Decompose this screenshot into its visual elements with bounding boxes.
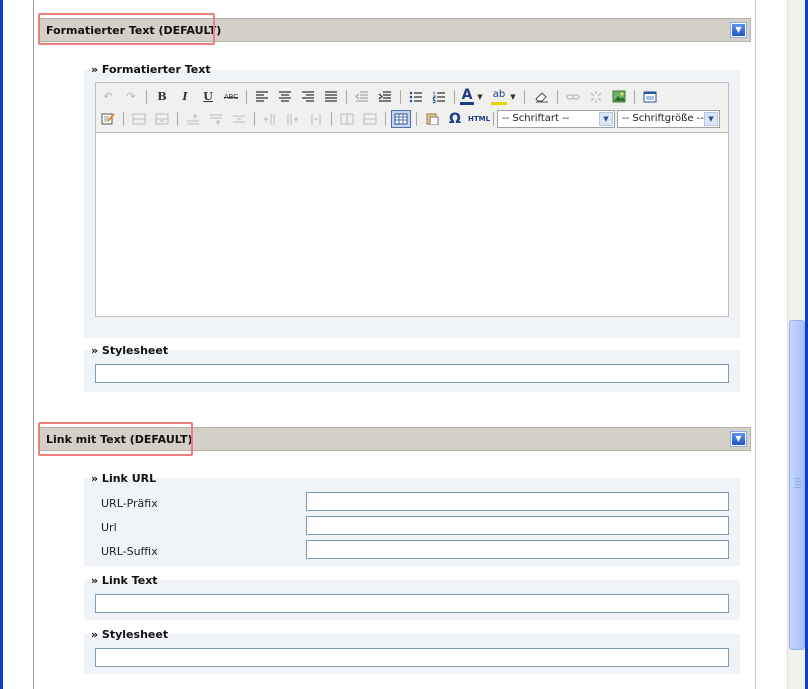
toolbar-separator [246, 90, 247, 104]
insert-col-after-icon[interactable] [283, 110, 303, 128]
window-border-left [0, 0, 3, 689]
align-center-icon[interactable] [275, 88, 295, 106]
special-char-button[interactable]: Ω [445, 110, 465, 128]
toolbar-separator [634, 90, 635, 104]
strikethrough-button[interactable]: ABC [221, 88, 241, 106]
field-label-link-url: » Link URL [91, 472, 157, 485]
font-color-dropdown-icon[interactable]: ▼ [476, 88, 484, 106]
chevron-down-icon[interactable]: ▼ [704, 112, 718, 126]
font-size-select[interactable]: -- Schriftgröße -- ▼ [617, 110, 720, 128]
highlight-box [38, 422, 193, 456]
font-color-button[interactable]: A [460, 88, 474, 105]
font-family-select[interactable]: -- Schriftart -- ▼ [497, 110, 615, 128]
paste-word-icon[interactable] [422, 110, 442, 128]
link-text-input[interactable] [95, 594, 729, 613]
url-label: Url [101, 521, 117, 534]
edit-source-icon[interactable] [98, 110, 118, 128]
toolbar-separator [524, 90, 525, 104]
scrollbar-thumb[interactable] [789, 320, 805, 650]
vertical-scrollbar[interactable] [787, 0, 805, 689]
table-cell-icon[interactable] [152, 110, 172, 128]
field-label-stylesheet: » Stylesheet [91, 628, 169, 641]
insert-row-before-icon[interactable] [183, 110, 203, 128]
underline-button[interactable]: U [198, 88, 218, 106]
toolbar-row-1: ↶ ↷ B I U ABC A ▼ ab ▼ [96, 86, 728, 108]
content-frame-right [755, 0, 756, 689]
grip-line [795, 484, 801, 485]
align-left-icon[interactable] [252, 88, 272, 106]
bullet-list-icon[interactable] [406, 88, 426, 106]
merge-cells-icon[interactable] [360, 110, 380, 128]
url-suffix-input[interactable] [306, 540, 729, 559]
field-label-stylesheet: » Stylesheet [91, 344, 169, 357]
highlight-box [38, 13, 215, 45]
collapse-chevron-icon[interactable]: ▼ [730, 22, 747, 38]
html-source-button[interactable]: HTML [468, 110, 490, 128]
italic-button[interactable]: I [175, 88, 195, 106]
editor-toolbar: ↶ ↷ B I U ABC A ▼ ab ▼ Ω HTML -- Schrift… [96, 83, 728, 133]
toolbar-separator [123, 112, 124, 126]
font-size-value: -- Schriftgröße -- [622, 113, 704, 124]
field-label-formatted-text: » Formatierter Text [91, 63, 211, 76]
highlight-dropdown-icon[interactable]: ▼ [509, 88, 517, 106]
toolbar-separator [331, 112, 332, 126]
insert-image-icon[interactable] [609, 88, 629, 106]
editor-content-area[interactable] [96, 134, 728, 316]
toolbar-row-2: Ω HTML -- Schriftart -- ▼ -- Schriftgröß… [96, 108, 728, 130]
field-label-link-text: » Link Text [91, 574, 158, 587]
toolbar-separator [346, 90, 347, 104]
rich-text-editor[interactable]: ↶ ↷ B I U ABC A ▼ ab ▼ Ω HTML -- Schrift… [95, 82, 729, 317]
collapse-chevron-icon[interactable]: ▼ [730, 431, 747, 447]
toolbar-separator [454, 90, 455, 104]
align-right-icon[interactable] [298, 88, 318, 106]
fullscreen-icon[interactable] [640, 88, 660, 106]
unlink-icon[interactable] [586, 88, 606, 106]
url-prefix-input[interactable] [306, 492, 729, 511]
insert-table-icon[interactable] [391, 110, 411, 128]
table-row-icon[interactable] [129, 110, 149, 128]
undo-icon[interactable]: ↶ [98, 88, 118, 106]
numbered-list-icon[interactable] [429, 88, 449, 106]
delete-row-icon[interactable] [229, 110, 249, 128]
indent-icon[interactable] [375, 88, 395, 106]
toolbar-separator [177, 112, 178, 126]
insert-col-before-icon[interactable] [260, 110, 280, 128]
url-prefix-label: URL-Präfix [101, 497, 158, 510]
url-input[interactable] [306, 516, 729, 535]
grip-line [795, 487, 801, 488]
toolbar-separator [400, 90, 401, 104]
eraser-icon[interactable] [532, 88, 552, 106]
delete-col-icon[interactable] [306, 110, 326, 128]
split-cells-icon[interactable] [337, 110, 357, 128]
toolbar-separator [493, 112, 494, 126]
toolbar-separator [254, 112, 255, 126]
toolbar-separator [146, 90, 147, 104]
outdent-icon[interactable] [352, 88, 372, 106]
url-suffix-label: URL-Suffix [101, 545, 158, 558]
stylesheet-input-1[interactable] [95, 364, 729, 383]
align-justify-icon[interactable] [321, 88, 341, 106]
content-frame-left [33, 0, 34, 689]
redo-icon[interactable]: ↷ [121, 88, 141, 106]
insert-row-after-icon[interactable] [206, 110, 226, 128]
stylesheet-input-2[interactable] [95, 648, 729, 667]
toolbar-separator [416, 112, 417, 126]
toolbar-separator [557, 90, 558, 104]
grip-line [795, 478, 801, 479]
chevron-down-icon[interactable]: ▼ [599, 112, 613, 126]
highlight-color-button[interactable]: ab [491, 88, 507, 105]
font-family-value: -- Schriftart -- [502, 113, 570, 124]
grip-line [795, 481, 801, 482]
bold-button[interactable]: B [152, 88, 172, 106]
link-icon[interactable] [563, 88, 583, 106]
toolbar-separator [385, 112, 386, 126]
